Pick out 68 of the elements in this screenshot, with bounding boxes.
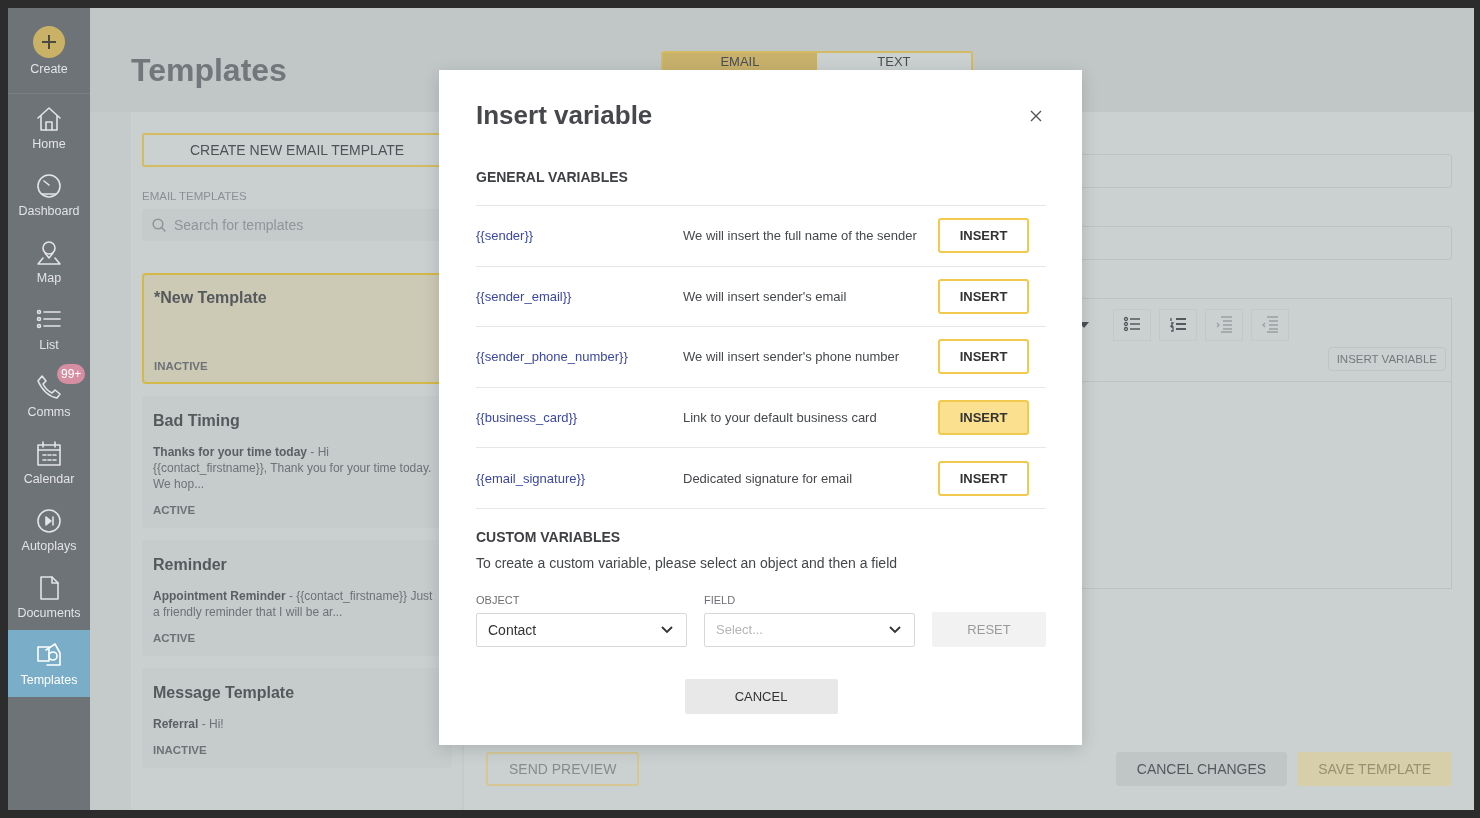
modal-title: Insert variable [476, 100, 653, 131]
map-pin-icon [35, 238, 63, 267]
sidebar-item[interactable]: Autoplays [8, 496, 90, 563]
template-name: *New Template [154, 289, 268, 307]
variable-description: Dedicated signature for email [683, 470, 854, 486]
home-icon [35, 104, 63, 133]
phone-icon [35, 372, 63, 401]
footer-button[interactable]: CANCEL CHANGES [1115, 752, 1288, 786]
template-status: ACTIVE [153, 504, 197, 516]
template-status: ACTIVE [153, 632, 197, 644]
variable-link[interactable]: {{email_signature}} [476, 470, 683, 486]
hint-text: To create a custom variable, please select an object and then a field [476, 554, 899, 571]
sidebar-item[interactable]: Home [8, 94, 90, 161]
page-title: Templates [131, 52, 287, 89]
chevron-down-icon [661, 625, 673, 634]
sidebar-item[interactable]: Templates [8, 630, 90, 697]
numbered-list-icon [1168, 315, 1188, 334]
insert-button[interactable]: INSERT [938, 278, 1029, 314]
dropdown[interactable]: Contact [476, 612, 687, 647]
search-icon [152, 218, 166, 232]
template-status: INACTIVE [153, 744, 208, 756]
template-name: Bad Timing [153, 412, 241, 430]
sidebar-item[interactable]: 99+ Comms [8, 362, 90, 429]
plus-circle-icon [33, 25, 65, 58]
variable-description: Link to your default business card [683, 410, 878, 426]
insert-button[interactable]: INSERT [938, 339, 1029, 375]
toolbar-button[interactable] [1113, 308, 1151, 341]
insert-button[interactable]: INSERT [938, 218, 1029, 254]
sidebar-item[interactable]: Documents [8, 563, 90, 630]
calendar-icon [35, 439, 63, 468]
template-card[interactable]: Message Template Referral - Hi! INACTIVE [142, 668, 452, 768]
gauge-icon [35, 171, 63, 200]
sidebar-item[interactable]: Map [8, 228, 90, 295]
insert-variable-button[interactable]: INSERT VARIABLE [1327, 347, 1446, 371]
variable-link[interactable]: {{business_card}} [476, 410, 683, 426]
template-preview: Referral - Hi! [153, 716, 225, 732]
insert-button[interactable]: INSERT [938, 400, 1029, 436]
sidebar-item[interactable]: Dashboard [8, 161, 90, 228]
toolbar-button[interactable] [1159, 308, 1197, 341]
field-label: OBJECT [476, 593, 521, 606]
template-status: INACTIVE [154, 360, 209, 372]
variable-link[interactable]: {{sender_phone_number}} [476, 349, 683, 365]
variable-description: We will insert the full name of the sender [683, 228, 918, 244]
template-preview: Appointment Reminder - {{contact_firstname}} Just a friendly reminder that I will be ar... [153, 588, 434, 620]
outdent-icon [1260, 315, 1280, 334]
indent-icon [1214, 315, 1234, 334]
section-heading: GENERAL VARIABLES [476, 169, 629, 185]
notification-badge: 99+ [57, 363, 86, 384]
sidebar-item[interactable]: List [8, 295, 90, 362]
sidebar-item[interactable]: Create [8, 8, 90, 94]
cancel-button[interactable]: CANCEL [684, 678, 838, 714]
variable-description: We will insert sender's email [683, 288, 848, 304]
variable-description: We will insert sender's phone number [683, 349, 901, 365]
variable-link[interactable]: {{sender}} [476, 228, 683, 244]
bullet-list-icon [1122, 315, 1142, 334]
play-circle-icon [35, 506, 63, 535]
template-preview: Thanks for your time today - Hi {{contact_firstname}}, Thank you for your time today. We hop... [153, 444, 433, 492]
insert-button[interactable]: INSERT [938, 460, 1029, 496]
section-heading: CUSTOM VARIABLES [476, 528, 622, 545]
chevron-down-icon [889, 625, 901, 634]
templates-icon [35, 640, 63, 669]
section-label: EMAIL TEMPLATES [142, 190, 248, 202]
close-icon [1030, 109, 1042, 122]
template-name: Reminder [153, 556, 228, 574]
variable-link[interactable]: {{sender_email}} [476, 288, 683, 304]
field-label: FIELD [704, 593, 737, 606]
template-name: Message Template [153, 684, 296, 702]
sidebar-item[interactable]: Calendar [8, 429, 90, 496]
